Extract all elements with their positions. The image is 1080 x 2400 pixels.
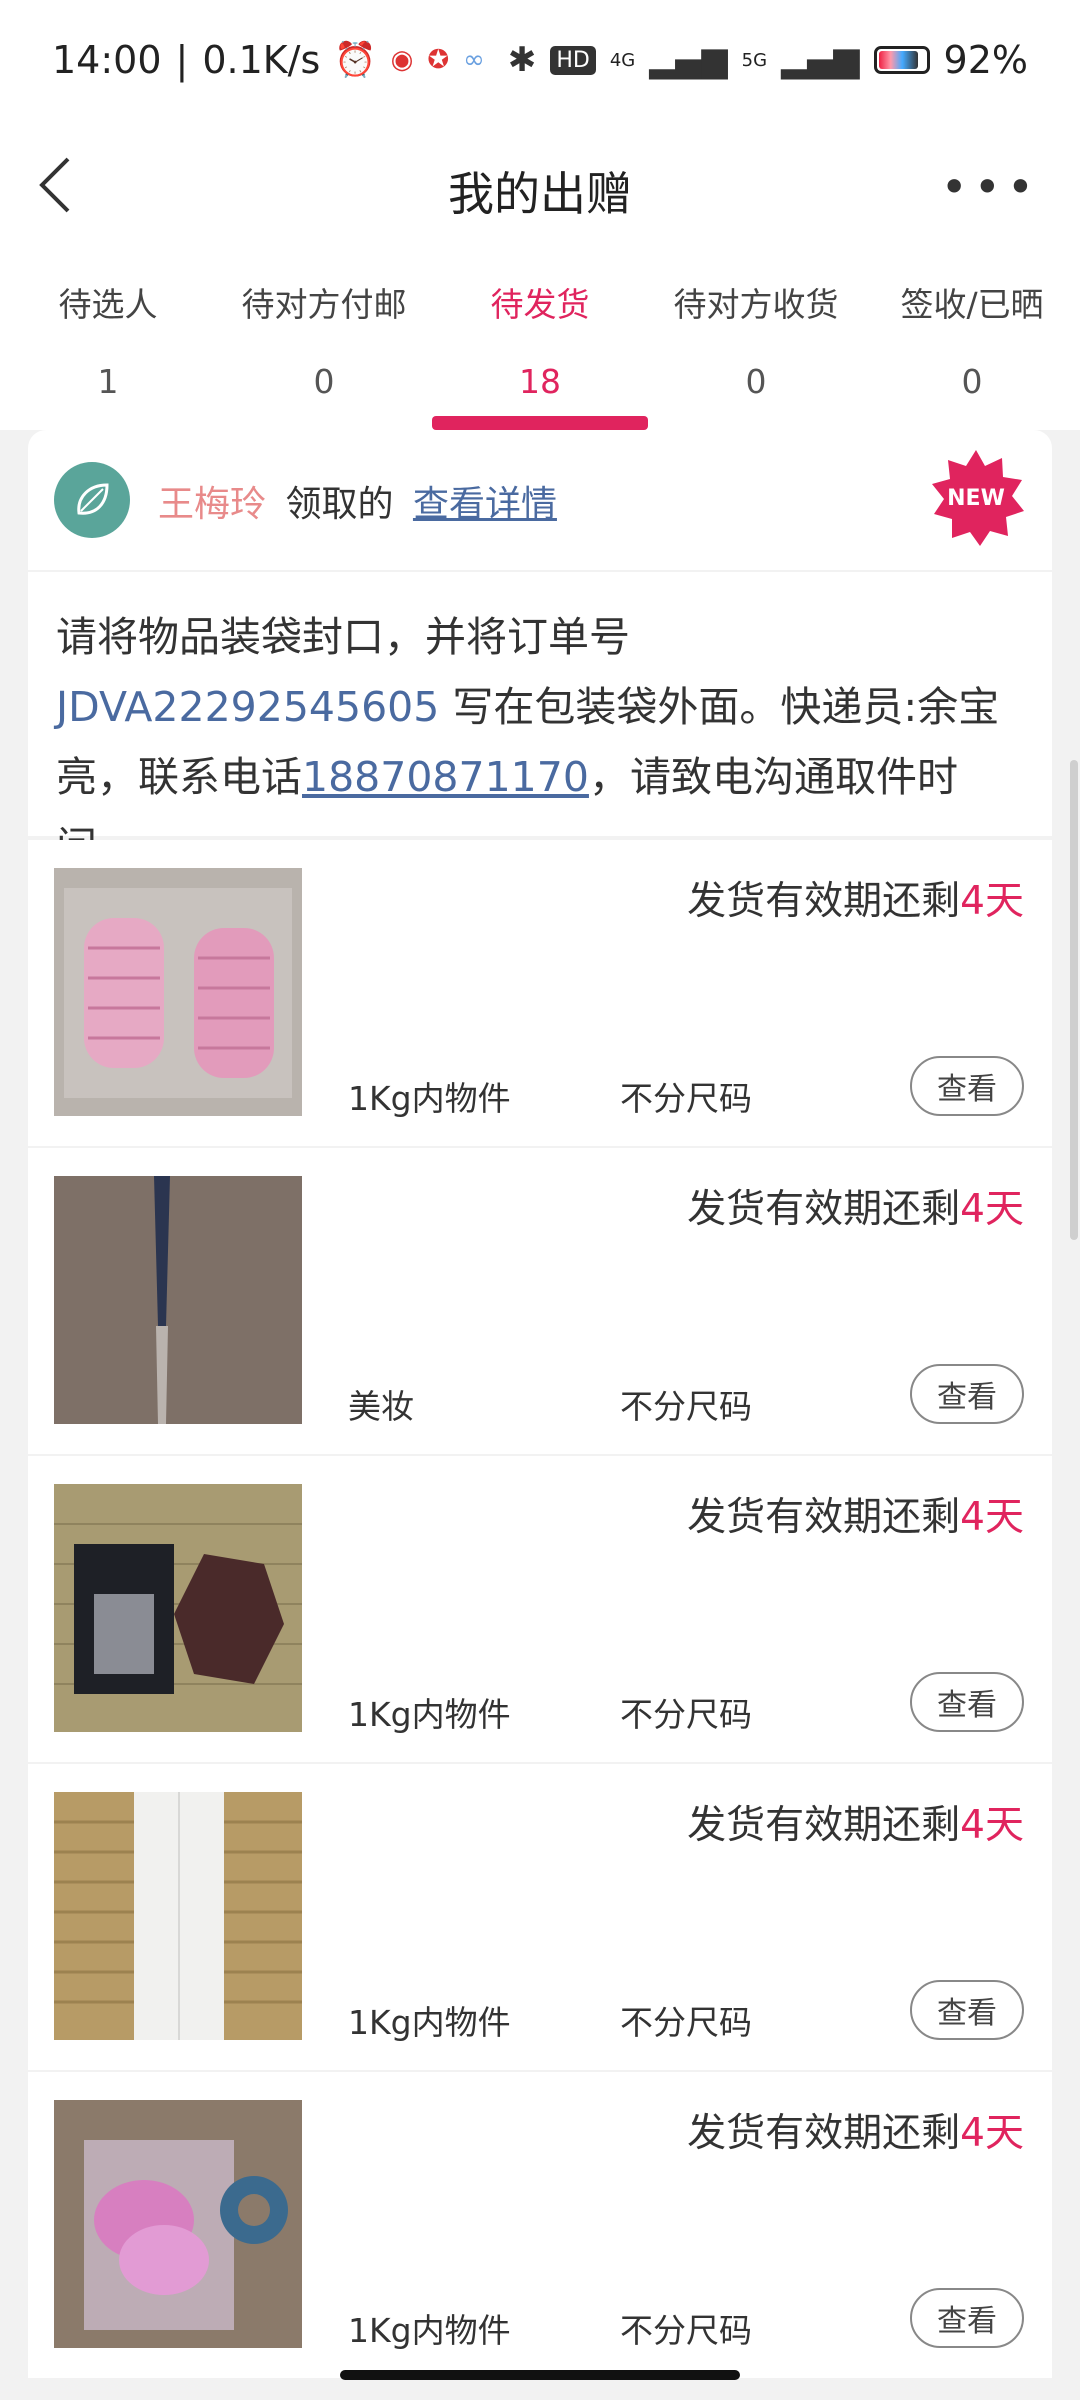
tab-label: 待对方收货 bbox=[673, 285, 839, 324]
deadline-label: 发货有效期还剩 bbox=[687, 1187, 961, 1232]
more-options-icon[interactable]: ••• bbox=[941, 160, 1040, 214]
view-button[interactable]: 查看 bbox=[910, 1672, 1024, 1732]
claimed-label: 领取的 bbox=[285, 484, 394, 525]
signal-icon: ▂▄▆ bbox=[649, 40, 728, 80]
tab-pending-shipment[interactable]: 待发货 18 bbox=[432, 250, 648, 430]
item-category: 1Kg内物件 bbox=[348, 1695, 511, 1734]
product-thumbnail[interactable] bbox=[54, 2100, 302, 2348]
deadline-days: 4天 bbox=[960, 879, 1024, 924]
shipping-deadline: 发货有效期还剩4天 bbox=[687, 1486, 1024, 1542]
item-category: 1Kg内物件 bbox=[348, 1079, 511, 1118]
list-item: 发货有效期还剩4天 1Kg内物件 不分尺码 查看 bbox=[28, 840, 1052, 1146]
claim-line: 王梅玲 领取的 查看详情 bbox=[158, 475, 557, 527]
deadline-label: 发货有效期还剩 bbox=[687, 2111, 961, 2156]
item-size: 不分尺码 bbox=[620, 1079, 752, 1118]
shipping-deadline: 发货有效期还剩4天 bbox=[687, 870, 1024, 926]
product-thumbnail[interactable] bbox=[54, 1484, 302, 1732]
item-category: 1Kg内物件 bbox=[348, 2311, 511, 2350]
new-badge-label: NEW bbox=[947, 485, 1005, 511]
list-item: 发货有效期还剩4天 1Kg内物件 不分尺码 查看 bbox=[28, 1456, 1052, 1762]
alarm-icon: ⏰ bbox=[334, 40, 377, 80]
shipping-deadline: 发货有效期还剩4天 bbox=[687, 1794, 1024, 1850]
item-size: 不分尺码 bbox=[620, 2311, 752, 2350]
deadline-label: 发货有效期还剩 bbox=[687, 1803, 961, 1848]
tab-count: 1 bbox=[97, 362, 119, 401]
view-button[interactable]: 查看 bbox=[910, 1056, 1024, 1116]
deadline-label: 发货有效期还剩 bbox=[687, 879, 961, 924]
tab-pending-postage[interactable]: 待对方付邮 0 bbox=[216, 250, 432, 430]
tab-label: 签收/已晒 bbox=[900, 285, 1044, 324]
item-category: 美妆 bbox=[348, 1387, 414, 1426]
order-number[interactable]: JDVA22292545605 bbox=[56, 683, 439, 731]
item-size: 不分尺码 bbox=[620, 2003, 752, 2042]
tab-count: 18 bbox=[519, 362, 561, 401]
list-item: 发货有效期还剩4天 1Kg内物件 不分尺码 查看 bbox=[28, 1764, 1052, 2070]
scrollbar[interactable] bbox=[1070, 760, 1078, 1240]
tab-count: 0 bbox=[313, 362, 335, 401]
app-notification-icon: ◉ bbox=[390, 45, 414, 75]
shipping-deadline: 发货有效期还剩4天 bbox=[687, 1178, 1024, 1234]
status-time: 14:00 bbox=[52, 38, 162, 82]
signal-icon-2: ▂▄▆ bbox=[781, 40, 860, 80]
bluetooth-icon: ✱ bbox=[507, 40, 537, 80]
deadline-days: 4天 bbox=[960, 1803, 1024, 1848]
item-size: 不分尺码 bbox=[620, 1695, 752, 1734]
tab-pending-receipt[interactable]: 待对方收货 0 bbox=[648, 250, 864, 430]
battery-percent: 92% bbox=[943, 38, 1028, 82]
deadline-label: 发货有效期还剩 bbox=[687, 1495, 961, 1540]
tab-label: 待对方付邮 bbox=[241, 285, 407, 324]
courier-phone[interactable]: 18870871170 bbox=[302, 753, 589, 801]
hd-icon: HD bbox=[550, 45, 596, 75]
recipient-name: 王梅玲 bbox=[158, 484, 267, 525]
product-thumbnail[interactable] bbox=[54, 1792, 302, 2040]
view-button[interactable]: 查看 bbox=[910, 1980, 1024, 2040]
deadline-days: 4天 bbox=[960, 2111, 1024, 2156]
recipient-header: 王梅玲 领取的 查看详情 NEW bbox=[28, 430, 1052, 570]
list-item: 发货有效期还剩4天 1Kg内物件 不分尺码 查看 bbox=[28, 2072, 1052, 2378]
product-thumbnail[interactable] bbox=[54, 868, 302, 1116]
view-button[interactable]: 查看 bbox=[910, 1364, 1024, 1424]
tab-label: 待发货 bbox=[490, 285, 590, 324]
item-size: 不分尺码 bbox=[620, 1387, 752, 1426]
status-bar: 14:00 | 0.1K/s ⏰ ◉ ✪ ∞ ✱ HD 4G ▂▄▆ 5G ▂▄… bbox=[0, 0, 1080, 120]
star-notification-icon: ✪ bbox=[427, 45, 450, 75]
list-item: 发货有效期还剩4天 美妆 不分尺码 查看 bbox=[28, 1148, 1052, 1454]
status-tabs: 待选人 1 待对方付邮 0 待发货 18 待对方收货 0 签收/已晒 0 bbox=[0, 250, 1080, 430]
new-badge: NEW bbox=[928, 450, 1024, 546]
view-button[interactable]: 查看 bbox=[910, 2288, 1024, 2348]
avatar[interactable] bbox=[54, 462, 130, 538]
tab-count: 0 bbox=[961, 362, 983, 401]
tab-signed-shared[interactable]: 签收/已晒 0 bbox=[864, 250, 1080, 430]
link-notification-icon: ∞ bbox=[463, 45, 485, 75]
network-4g-label: 4G bbox=[609, 49, 636, 71]
tab-count: 0 bbox=[745, 362, 767, 401]
product-thumbnail[interactable] bbox=[54, 1176, 302, 1424]
deadline-days: 4天 bbox=[960, 1187, 1024, 1232]
deadline-days: 4天 bbox=[960, 1495, 1024, 1540]
shipping-instructions: 请将物品装袋封口，并将订单号 JDVA22292545605 写在包装袋外面。快… bbox=[28, 572, 1052, 871]
status-separator: | bbox=[175, 38, 189, 82]
tab-pending-select[interactable]: 待选人 1 bbox=[0, 250, 216, 430]
home-indicator[interactable] bbox=[340, 2370, 740, 2380]
tab-label: 待选人 bbox=[58, 285, 158, 324]
network-5g-label: 5G bbox=[741, 49, 768, 71]
shipping-deadline: 发货有效期还剩4天 bbox=[687, 2102, 1024, 2158]
battery-icon bbox=[873, 46, 930, 74]
item-category: 1Kg内物件 bbox=[348, 2003, 511, 2042]
notice-prefix: 请将物品装袋封口，并将订单号 bbox=[56, 613, 630, 661]
page-title: 我的出赠 bbox=[448, 167, 632, 221]
status-speed: 0.1K/s bbox=[202, 38, 321, 82]
view-details-link[interactable]: 查看详情 bbox=[413, 484, 557, 525]
leaf-icon bbox=[77, 483, 109, 515]
